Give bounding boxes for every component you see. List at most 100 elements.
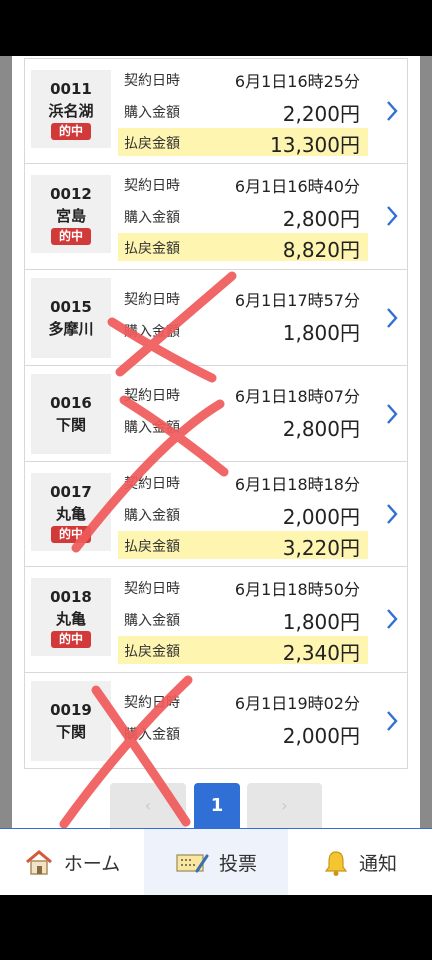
- contract-label: 契約日時: [124, 581, 180, 597]
- hit-badge: 的中: [50, 228, 91, 245]
- hit-badge: 的中: [50, 526, 91, 543]
- venue-name: 丸亀: [55, 505, 86, 523]
- payout-amount: 13,300円: [270, 133, 360, 157]
- contract-datetime: 6月1日16時40分: [234, 177, 360, 196]
- venue-name: 宮島: [55, 207, 86, 225]
- payout-amount: 2,340円: [282, 641, 360, 665]
- contract-datetime: 6月1日19時02分: [234, 694, 360, 713]
- race-number: 0019: [50, 701, 92, 719]
- purchase-amount: 1,800円: [282, 610, 360, 634]
- hit-badge: 的中: [50, 631, 91, 648]
- purchase-line: 購入金額 1,800円: [118, 316, 368, 345]
- purchase-amount: 2,200円: [282, 102, 360, 126]
- bet-history-sheet: 0011 浜名湖 的中 契約日時 6月1日16時25分 購入金額 2,200円 …: [12, 56, 420, 828]
- contract-datetime: 6月1日16時25分: [234, 72, 360, 91]
- contract-label: 契約日時: [124, 73, 180, 89]
- purchase-label: 購入金額: [124, 324, 180, 340]
- home-icon: [25, 849, 52, 875]
- contract-datetime-line: 契約日時 6月1日16時25分: [118, 65, 368, 93]
- contract-datetime-line: 契約日時 6月1日18時18分: [118, 468, 368, 496]
- purchase-label: 購入金額: [124, 105, 180, 121]
- race-number: 0018: [50, 588, 92, 606]
- contract-datetime-line: 契約日時 6月1日17時57分: [118, 284, 368, 312]
- payout-label: 払戻金額: [124, 644, 180, 660]
- chevron-right-icon[interactable]: [385, 306, 399, 330]
- tab-notice-label: 通知: [358, 853, 397, 875]
- purchase-amount: 2,000円: [282, 505, 360, 529]
- venue-name: 浜名湖: [48, 102, 94, 120]
- purchase-line: 購入金額 2,000円: [118, 500, 368, 529]
- race-venue-box: 0012 宮島 的中: [31, 175, 111, 253]
- payout-line: 払戻金額 3,220円: [118, 531, 368, 560]
- table-row[interactable]: 0016 下関 契約日時 6月1日18時07分 購入金額 2,800円: [25, 366, 407, 462]
- purchase-label: 購入金額: [124, 613, 180, 629]
- prev-page-button[interactable]: ‹: [110, 783, 186, 828]
- chevron-right-icon[interactable]: [385, 99, 399, 123]
- ticket-icon: [176, 853, 209, 872]
- purchase-line: 購入金額 2,000円: [118, 719, 368, 748]
- tab-home-label: ホーム: [63, 853, 121, 875]
- tab-vote[interactable]: 投票: [144, 829, 288, 896]
- race-venue-box: 0016 下関: [31, 374, 111, 454]
- race-venue-box: 0018 丸亀 的中: [31, 578, 111, 656]
- venue-name: 多摩川: [48, 320, 94, 338]
- race-number: 0011: [50, 80, 92, 98]
- race-number: 0015: [50, 298, 92, 316]
- contract-datetime-line: 契約日時 6月1日19時02分: [118, 687, 368, 715]
- status-bar-area: [0, 0, 432, 56]
- modal-backdrop-right: [420, 56, 432, 828]
- table-row[interactable]: 0019 下関 契約日時 6月1日19時02分 購入金額 2,000円: [25, 673, 407, 769]
- table-row[interactable]: 0012 宮島 的中 契約日時 6月1日16時40分 購入金額 2,800円 払…: [25, 164, 407, 270]
- contract-datetime: 6月1日18時07分: [234, 387, 360, 406]
- chevron-right-icon[interactable]: [385, 204, 399, 228]
- purchase-line: 購入金額 2,200円: [118, 97, 368, 126]
- table-row[interactable]: 0017 丸亀 的中 契約日時 6月1日18時18分 購入金額 2,000円 払…: [25, 462, 407, 567]
- purchase-amount: 1,800円: [282, 321, 360, 345]
- purchase-label: 購入金額: [124, 508, 180, 524]
- purchase-amount: 2,800円: [282, 207, 360, 231]
- payout-label: 払戻金額: [124, 539, 180, 555]
- payout-line: 払戻金額 13,300円: [118, 128, 368, 157]
- purchase-line: 購入金額 1,800円: [118, 605, 368, 634]
- contract-label: 契約日時: [124, 292, 180, 308]
- chevron-right-icon[interactable]: [385, 709, 399, 733]
- table-row[interactable]: 0015 多摩川 契約日時 6月1日17時57分 購入金額 1,800円: [25, 270, 407, 366]
- purchase-line: 購入金額 2,800円: [118, 202, 368, 231]
- chevron-right-icon[interactable]: [385, 402, 399, 426]
- venue-name: 下関: [55, 723, 86, 741]
- purchase-amount: 2,000円: [282, 724, 360, 748]
- contract-datetime-line: 契約日時 6月1日16時40分: [118, 170, 368, 198]
- venue-name: 丸亀: [55, 610, 86, 628]
- pagination: ‹ 1 ›: [110, 783, 322, 828]
- purchase-label: 購入金額: [124, 420, 180, 436]
- payout-line: 払戻金額 2,340円: [118, 636, 368, 665]
- bell-icon: [324, 850, 348, 876]
- tab-home[interactable]: ホーム: [0, 829, 144, 896]
- tab-notice[interactable]: 通知: [288, 829, 432, 896]
- chevron-right-icon[interactable]: [385, 607, 399, 631]
- race-number: 0012: [50, 185, 92, 203]
- table-row[interactable]: 0018 丸亀 的中 契約日時 6月1日18時50分 購入金額 1,800円 払…: [25, 567, 407, 673]
- race-venue-box: 0019 下関: [31, 681, 111, 761]
- contract-datetime-line: 契約日時 6月1日18時07分: [118, 380, 368, 408]
- purchase-line: 購入金額 2,800円: [118, 412, 368, 441]
- contract-datetime: 6月1日18時18分: [234, 475, 360, 494]
- payout-amount: 8,820円: [282, 238, 360, 262]
- table-row[interactable]: 0011 浜名湖 的中 契約日時 6月1日16時25分 購入金額 2,200円 …: [25, 59, 407, 164]
- race-number: 0017: [50, 483, 92, 501]
- chevron-right-icon[interactable]: [385, 502, 399, 526]
- contract-label: 契約日時: [124, 476, 180, 492]
- purchase-label: 購入金額: [124, 210, 180, 226]
- race-number: 0016: [50, 394, 92, 412]
- next-page-button[interactable]: ›: [247, 783, 322, 828]
- contract-datetime: 6月1日18時50分: [234, 580, 360, 599]
- contract-label: 契約日時: [124, 695, 180, 711]
- payout-label: 払戻金額: [124, 241, 180, 257]
- current-page-button[interactable]: 1: [194, 783, 240, 828]
- race-venue-box: 0017 丸亀 的中: [31, 473, 111, 551]
- bottom-tab-bar: ホーム 投票 通知: [0, 828, 432, 896]
- tab-vote-label: 投票: [218, 853, 257, 875]
- race-venue-box: 0015 多摩川: [31, 278, 111, 358]
- contract-datetime-line: 契約日時 6月1日18時50分: [118, 573, 368, 601]
- contract-label: 契約日時: [124, 388, 180, 404]
